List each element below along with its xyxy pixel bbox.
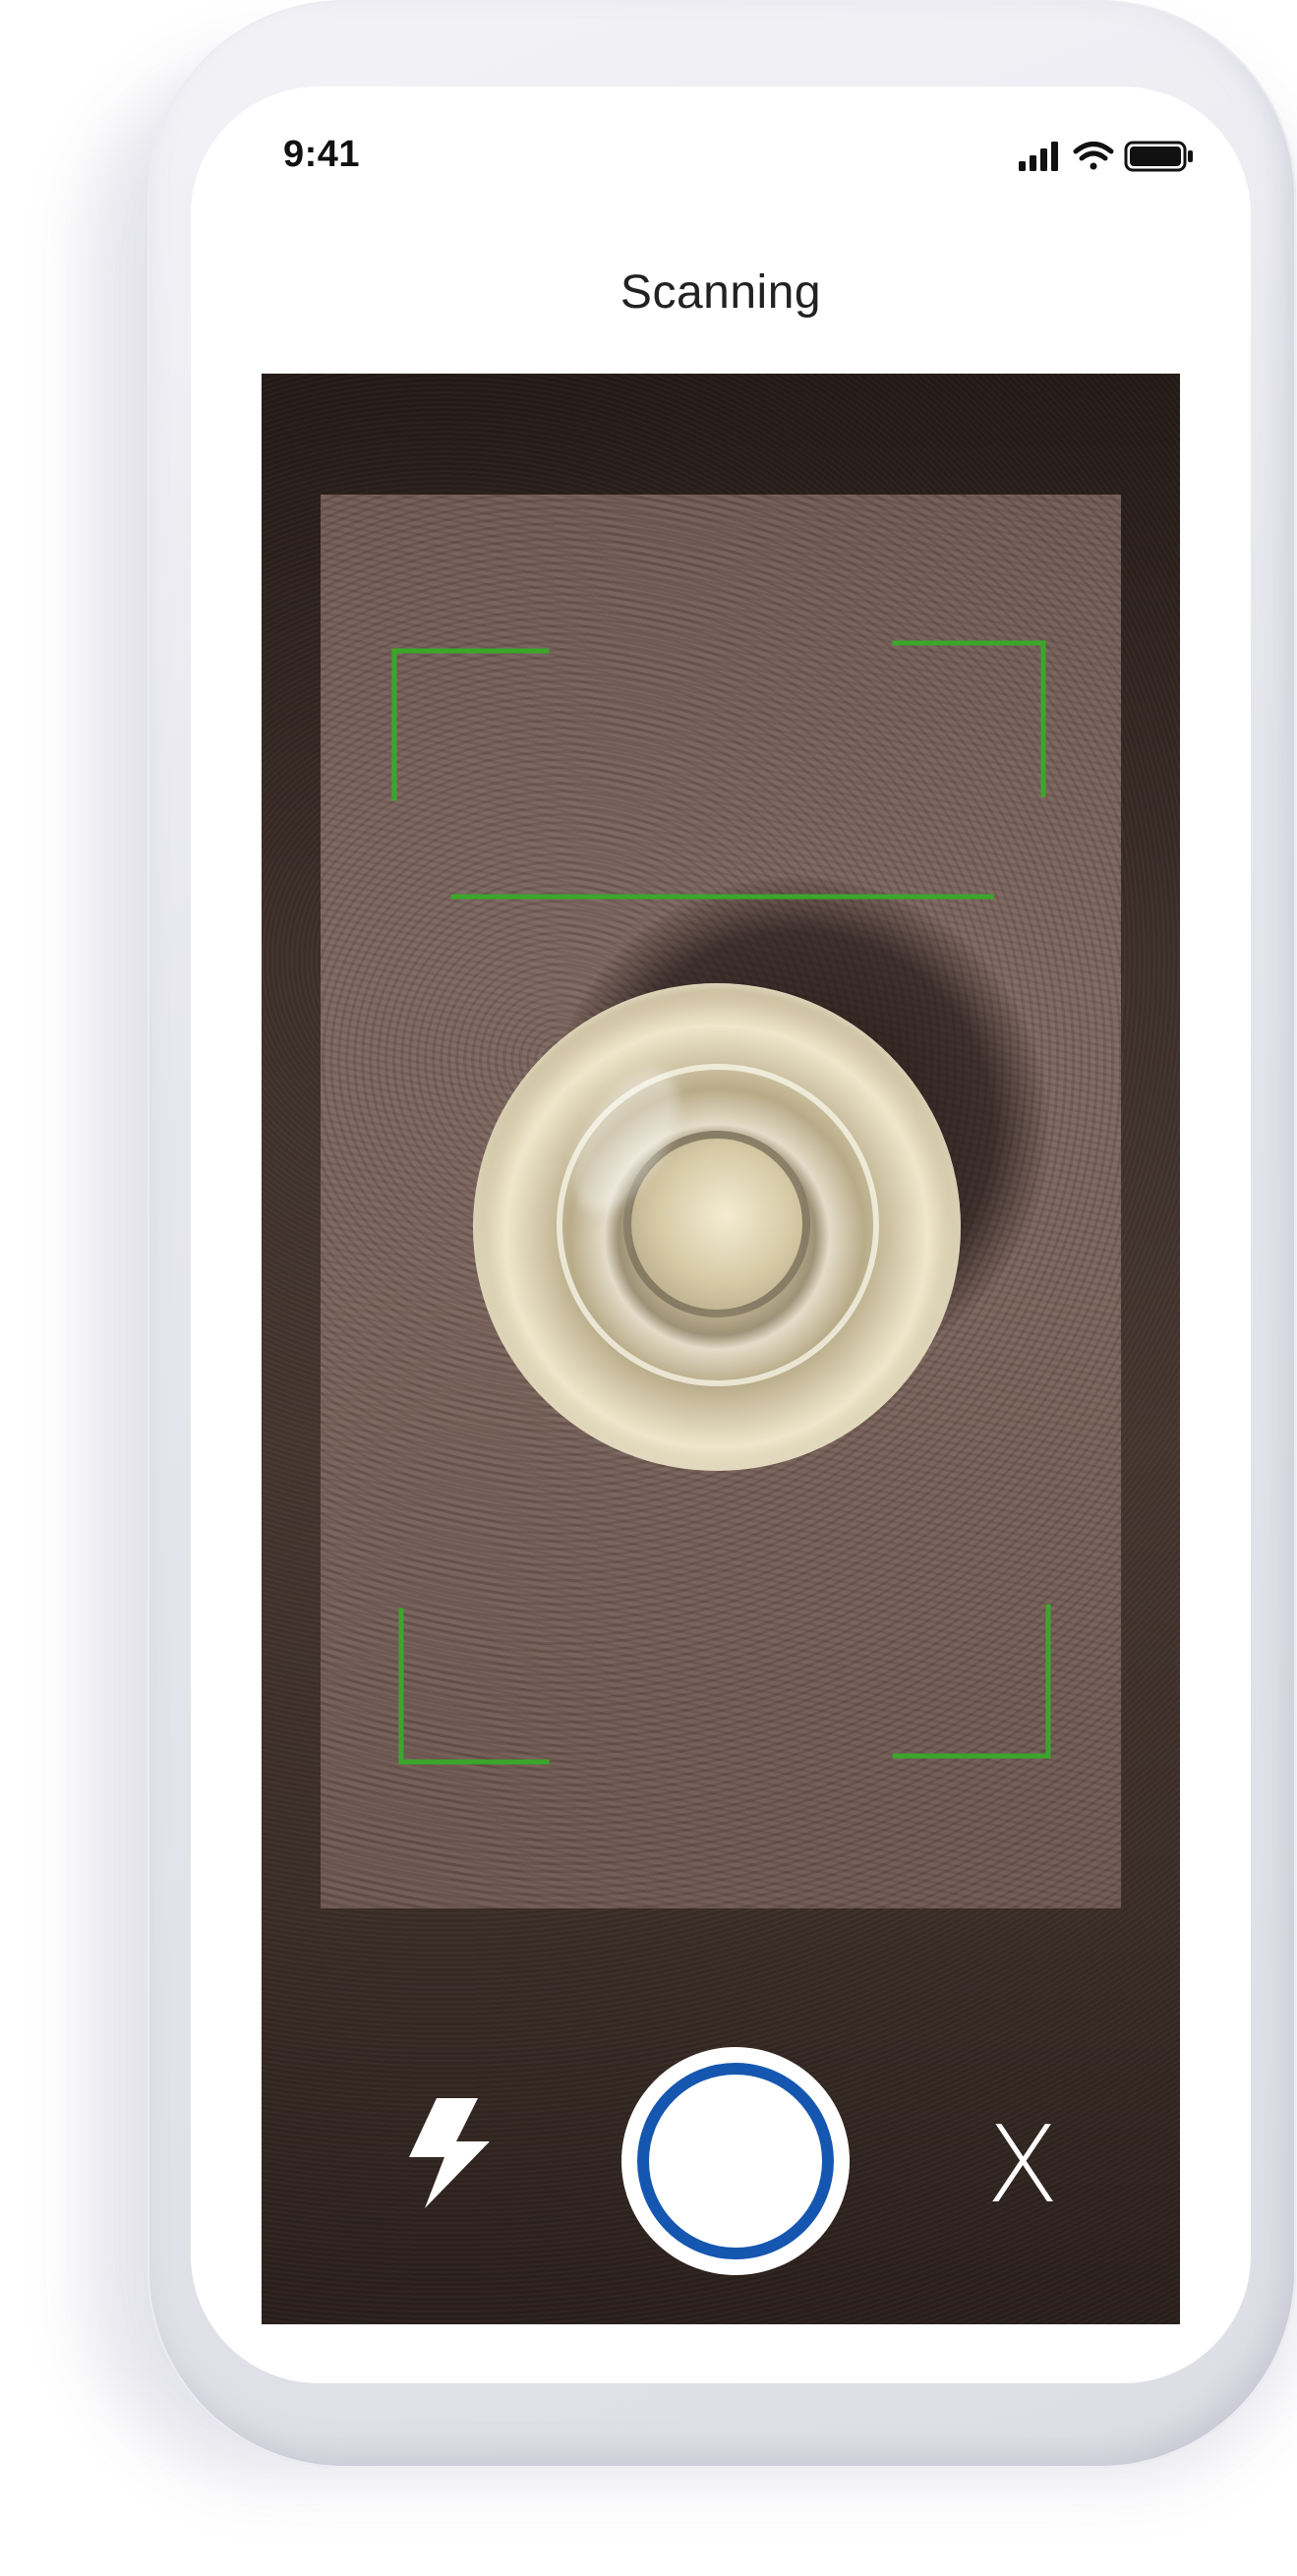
scan-corner-top-right: [892, 640, 1046, 797]
close-button[interactable]: X: [973, 2112, 1072, 2220]
device-mockup: 9:41 Scanning X: [0, 0, 1297, 2576]
shutter-button[interactable]: [621, 2047, 850, 2275]
scan-corner-top-left: [391, 648, 550, 801]
wifi-icon: [1073, 142, 1114, 170]
phone-screen: 9:41 Scanning X: [191, 87, 1251, 2383]
scan-corner-bottom-right: [892, 1604, 1051, 1759]
battery-icon: [1124, 141, 1193, 172]
cellular-signal-icon: [1019, 142, 1058, 171]
status-bar: 9:41: [191, 87, 1251, 224]
shutter-icon: [637, 2063, 834, 2259]
flash-icon[interactable]: [399, 2094, 498, 2212]
status-time: 9:41: [283, 134, 361, 175]
camera-viewfinder[interactable]: X: [262, 374, 1180, 2324]
page-title: Scanning: [619, 266, 822, 319]
scan-corner-bottom-left: [398, 1608, 550, 1765]
status-icons: [1019, 141, 1193, 172]
camera-controls: X: [262, 1996, 1180, 2291]
